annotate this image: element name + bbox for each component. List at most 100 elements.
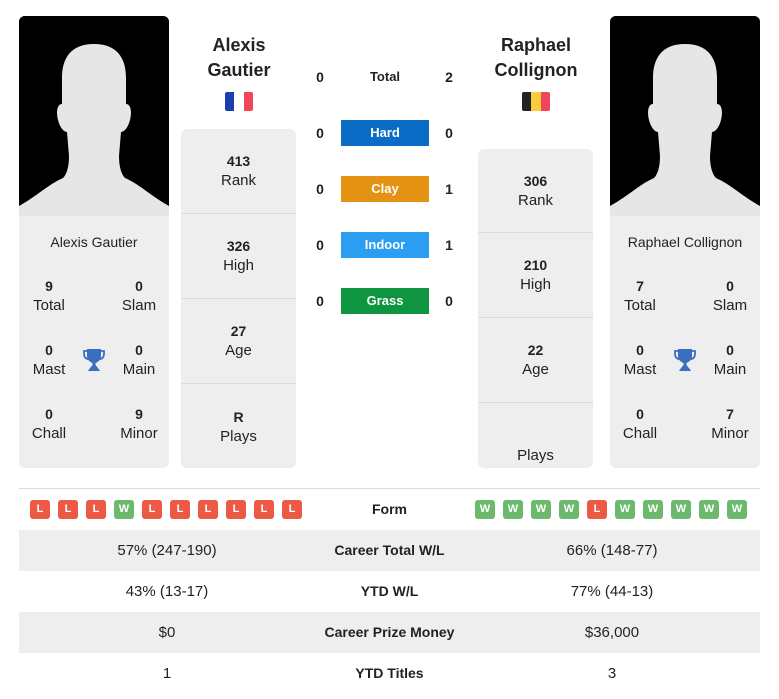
table-row: 57% (247-190) Career Total W/L 66% (148-… [19, 530, 760, 571]
surface-badge-clay[interactable]: Clay [341, 176, 429, 202]
right-value: 77% (44-13) [570, 583, 654, 600]
titles-main: 0 Main [109, 340, 169, 380]
age-cell: 27 Age [181, 299, 296, 384]
titles-total-label: Total [624, 297, 656, 314]
titles-minor-value: 7 [726, 406, 734, 422]
form-badge-loss[interactable]: L [142, 500, 162, 519]
flag-stripe [234, 92, 244, 111]
h2h-total-row: 0 Total 2 [305, 64, 465, 90]
plays-label: Plays [517, 446, 554, 464]
player-name[interactable]: Alexis Gautier [19, 234, 169, 250]
left-value: 57% (247-190) [117, 542, 217, 559]
age-label: Age [522, 361, 549, 378]
form-badge-loss[interactable]: L [254, 500, 274, 519]
player-photo-right [610, 16, 760, 216]
high-value: 326 [226, 238, 251, 254]
titles-total-label: Total [33, 297, 65, 314]
h2h-indoor-row: 0 Indoor 1 [305, 232, 465, 258]
left-value: 43% (13-17) [125, 583, 209, 600]
form-badges-left: LLLWLLLLLL [30, 500, 302, 519]
form-badge-win[interactable]: W [615, 500, 635, 519]
age-value: 27 [230, 323, 247, 339]
flag-stripe [243, 92, 253, 111]
belgium-flag-icon [522, 92, 550, 111]
player-name[interactable]: Raphael Collignon [610, 234, 760, 250]
player-name-heading-left[interactable]: Alexis Gautier [179, 33, 299, 83]
titles-minor-label: Minor [711, 425, 749, 442]
high-label: High [520, 276, 551, 293]
form-badge-win[interactable]: W [671, 500, 691, 519]
h2h-right-score: 1 [445, 181, 453, 197]
h2h-right-score: 0 [445, 293, 453, 309]
h2h-left-score: 0 [316, 125, 324, 141]
plays-cell: Plays [478, 403, 593, 488]
high-label: High [223, 257, 254, 274]
row-label: YTD Titles [355, 665, 424, 681]
titles-mast-value: 0 [636, 342, 644, 358]
rank-value: 413 [226, 153, 251, 169]
form-badge-win[interactable]: W [475, 500, 495, 519]
player-photo-left [19, 16, 169, 216]
form-badge-win[interactable]: W [699, 500, 719, 519]
form-badge-loss[interactable]: L [30, 500, 50, 519]
form-badge-win[interactable]: W [503, 500, 523, 519]
rank-panel-right: 306 Rank 210 High 22 Age Plays [478, 149, 593, 468]
h2h-label: Total [369, 69, 401, 84]
first-name: Alexis [212, 35, 266, 55]
plays-label: Plays [220, 427, 257, 445]
h2h-left-score: 0 [316, 181, 324, 197]
form-badge-loss[interactable]: L [226, 500, 246, 519]
h2h-left-score: 0 [316, 69, 324, 85]
titles-mast-label: Mast [32, 361, 66, 378]
form-badge-loss[interactable]: L [86, 500, 106, 519]
titles-total: 7 Total [610, 276, 670, 316]
h2h-right-score: 1 [445, 237, 453, 253]
titles-chall: 0 Chall [19, 404, 79, 444]
titles-main: 0 Main [700, 340, 760, 380]
h2h-clay-row: 0 Clay 1 [305, 176, 465, 202]
titles-chall-label: Chall [31, 425, 67, 442]
surface-badge-grass[interactable]: Grass [341, 288, 429, 314]
rank-cell: 306 Rank [478, 149, 593, 233]
rank-label: Rank [517, 191, 554, 209]
form-badge-loss[interactable]: L [587, 500, 607, 519]
form-badge-win[interactable]: W [727, 500, 747, 519]
h2h-right-score: 0 [445, 125, 453, 141]
flag-stripe [225, 92, 235, 111]
titles-slam-label: Slam [712, 297, 748, 314]
titles-total-value: 7 [636, 278, 644, 294]
form-badge-win[interactable]: W [531, 500, 551, 519]
titles-mast-label: Mast [623, 361, 657, 378]
row-label: Career Total W/L [334, 542, 445, 558]
age-value: 22 [527, 342, 544, 358]
form-badge-loss[interactable]: L [282, 500, 302, 519]
flag-stripe [531, 92, 541, 111]
surface-badge-hard[interactable]: Hard [341, 120, 429, 146]
h2h-left-score: 0 [316, 293, 324, 309]
h2h-right-score: 2 [445, 69, 453, 85]
titles-minor-label: Minor [120, 425, 158, 442]
rank-label: Rank [220, 172, 257, 189]
form-badge-loss[interactable]: L [170, 500, 190, 519]
form-badge-win[interactable]: W [114, 500, 134, 519]
titles-chall-label: Chall [622, 425, 658, 442]
left-value: 1 [162, 665, 172, 682]
rank-cell: 413 Rank [181, 129, 296, 214]
last-name: Gautier [207, 60, 271, 80]
titles-chall-value: 0 [45, 406, 53, 422]
form-badge-win[interactable]: W [643, 500, 663, 519]
h2h-left-score: 0 [316, 237, 324, 253]
form-badge-loss[interactable]: L [58, 500, 78, 519]
trophy-icon [674, 349, 696, 371]
form-badge-loss[interactable]: L [198, 500, 218, 519]
right-value: 66% (148-77) [566, 542, 658, 559]
form-badge-win[interactable]: W [559, 500, 579, 519]
titles-minor: 7 Minor [700, 404, 760, 444]
flag-stripe [522, 92, 532, 111]
first-name: Raphael [500, 35, 572, 55]
form-badges-right: WWWWLWWWWW [475, 500, 747, 519]
plays-cell: R Plays [181, 384, 296, 469]
player-name-heading-right[interactable]: Raphael Collignon [476, 33, 596, 83]
age-label: Age [225, 342, 252, 359]
surface-badge-indoor[interactable]: Indoor [341, 232, 429, 258]
